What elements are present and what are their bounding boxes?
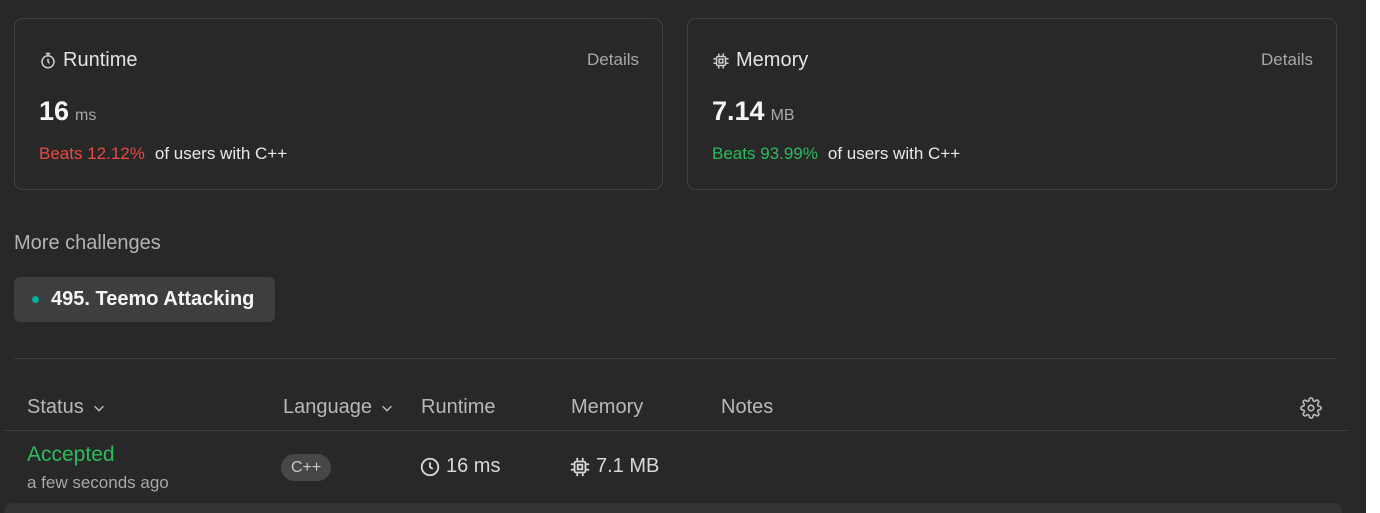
language-header-label: Language: [283, 396, 372, 418]
column-header-status[interactable]: Status: [27, 396, 106, 419]
header-divider: [4, 430, 1348, 431]
runtime-details-link[interactable]: Details: [587, 50, 639, 70]
memory-value-unit: MB: [770, 107, 795, 124]
more-challenges-title: More challenges: [14, 232, 161, 254]
submission-status[interactable]: Accepted: [27, 443, 115, 467]
clock-icon: [420, 457, 440, 476]
submission-runtime: 16 ms: [419, 455, 500, 478]
runtime-value-number: 16: [39, 96, 70, 126]
memory-value: 7.14 MB: [712, 96, 795, 127]
column-header-language[interactable]: Language: [283, 396, 394, 419]
memory-details-link[interactable]: Details: [1261, 50, 1313, 70]
memory-card: Memory Details 7.14 MB Beats 93.99% of u…: [687, 18, 1337, 190]
column-header-runtime: Runtime: [421, 396, 496, 418]
next-row-strip: [4, 503, 1342, 513]
memory-beats-suffix: of users with C++: [827, 144, 961, 163]
challenge-chip[interactable]: 495. Teemo Attacking: [14, 277, 275, 322]
submission-memory-value: 7.1 MB: [596, 455, 660, 477]
runtime-title-label: Runtime: [63, 49, 138, 71]
memory-card-title: Memory: [712, 49, 808, 72]
runtime-card: Runtime Details 16 ms Beats 12.12% of us…: [14, 18, 663, 190]
runtime-card-title: Runtime: [39, 49, 137, 72]
memory-value-number: 7.14: [712, 96, 765, 126]
runtime-beats: Beats 12.12% of users with C++: [39, 144, 287, 164]
challenge-label: 495. Teemo Attacking: [51, 288, 255, 310]
chip-icon: [570, 457, 590, 476]
submission-time: a few seconds ago: [27, 473, 169, 492]
difficulty-dot-icon: [32, 296, 39, 303]
section-divider: [14, 358, 1337, 359]
submission-memory: 7.1 MB: [569, 455, 659, 478]
memory-beats: Beats 93.99% of users with C++: [712, 144, 960, 164]
runtime-value: 16 ms: [39, 96, 96, 127]
runtime-beats-suffix: of users with C++: [154, 144, 288, 163]
language-badge: C++: [281, 454, 332, 481]
submission-result-page: Runtime Details 16 ms Beats 12.12% of us…: [0, 0, 1380, 513]
column-header-notes: Notes: [721, 396, 774, 418]
chevron-down-icon: [93, 405, 104, 412]
column-header-memory: Memory: [571, 396, 644, 418]
stopwatch-icon: [41, 52, 55, 68]
memory-beats-percent: Beats 93.99%: [712, 144, 818, 163]
runtime-beats-percent: Beats 12.12%: [39, 144, 145, 163]
gear-icon[interactable]: [1300, 397, 1322, 419]
chevron-down-icon: [382, 405, 392, 412]
scrollbar[interactable]: [1366, 0, 1380, 513]
submission-runtime-value: 16 ms: [446, 455, 501, 477]
runtime-value-unit: ms: [75, 107, 97, 124]
status-header-label: Status: [27, 396, 84, 418]
chip-icon: [713, 53, 729, 68]
memory-title-label: Memory: [736, 49, 809, 71]
